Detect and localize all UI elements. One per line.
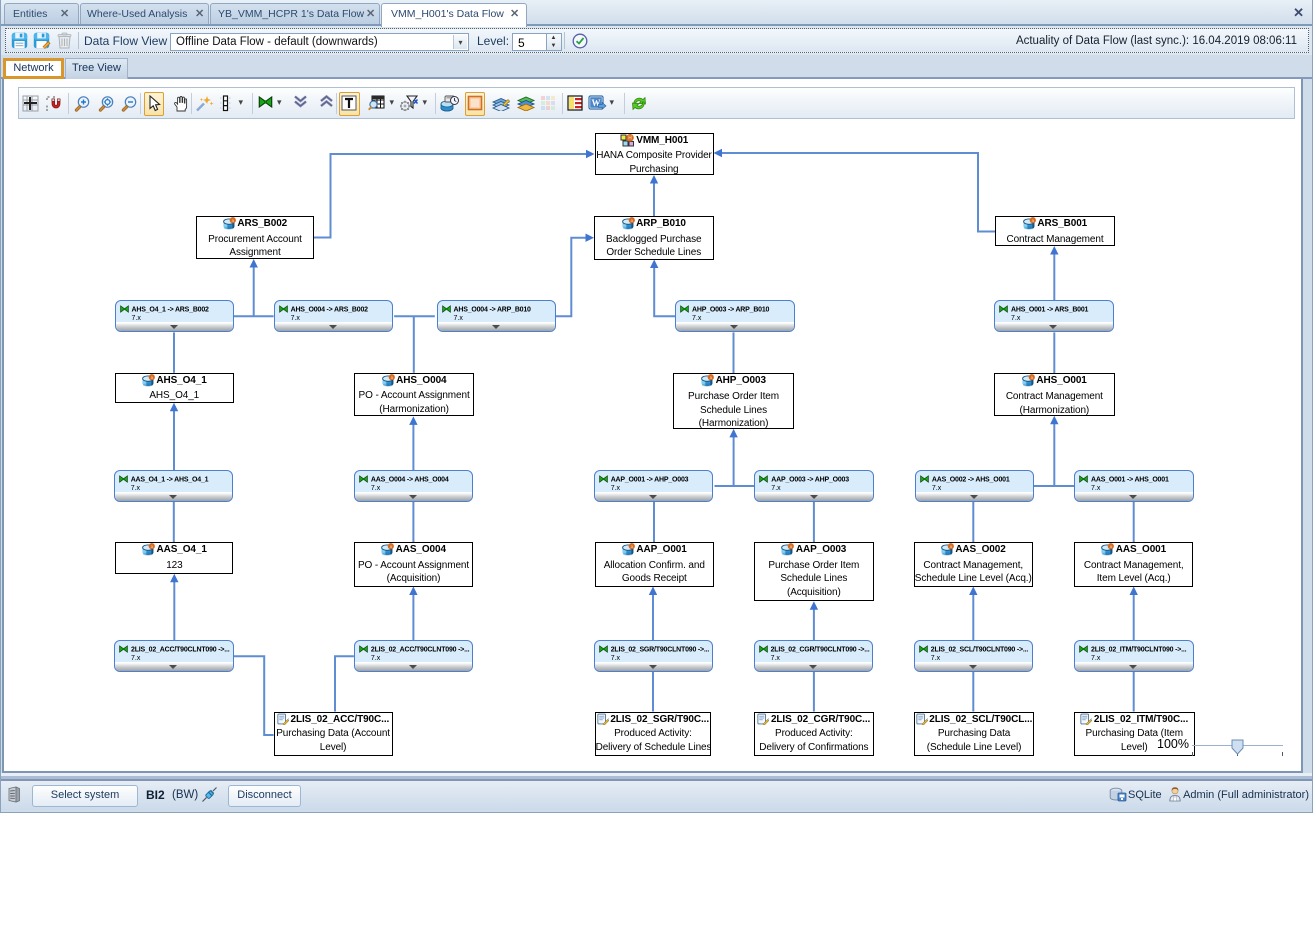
svg-text:H: H [628, 135, 632, 141]
